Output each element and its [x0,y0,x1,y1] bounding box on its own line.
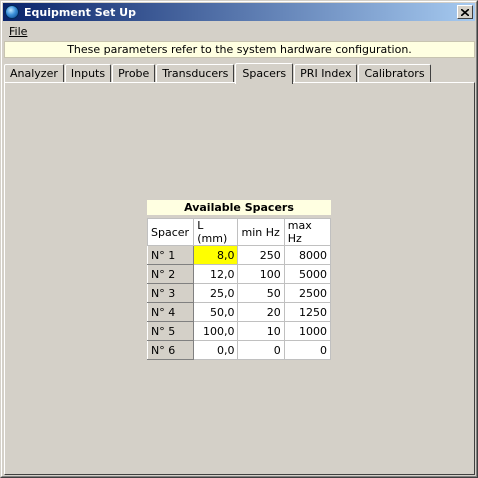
tab-inputs[interactable]: Inputs [64,64,112,83]
available-spacers-panel: Available Spacers Spacer L (mm) min Hz m… [146,200,332,360]
menu-file[interactable]: File [3,25,33,38]
table-row: N° 4 50,0 20 1250 [146,302,332,322]
row-label: N° 6 [146,340,195,360]
max-hz-cell[interactable]: 8000 [283,245,332,265]
row-label: N° 3 [146,283,195,303]
menu-bar: File [3,22,475,40]
min-hz-cell[interactable]: 250 [237,245,285,265]
col-header-min-hz: min Hz [237,218,285,246]
close-button[interactable] [457,5,473,19]
app-globe-icon [5,5,19,19]
equipment-setup-window: Equipment Set Up File These parameters r… [0,0,478,478]
tab-transducers[interactable]: Transducers [156,64,235,83]
table-header-row: Spacer L (mm) min Hz max Hz [146,218,332,246]
max-hz-cell[interactable]: 2500 [283,283,332,303]
tab-pri-index[interactable]: PRI Index [294,64,358,83]
min-hz-cell[interactable]: 10 [237,321,285,341]
max-hz-cell[interactable]: 0 [283,340,332,360]
window-title: Equipment Set Up [24,5,136,19]
title-bar[interactable]: Equipment Set Up [3,3,475,21]
menu-file-label: File [9,24,28,38]
max-hz-cell[interactable]: 1250 [283,302,332,322]
table-row: N° 6 0,0 0 0 [146,340,332,360]
tab-analyzer[interactable]: Analyzer [4,64,64,83]
length-cell[interactable]: 8,0 [193,245,239,265]
col-header-spacer: Spacer [146,218,195,246]
spacers-table: Spacer L (mm) min Hz max Hz N° 1 8,0 250… [146,218,332,360]
length-cell[interactable]: 12,0 [193,264,239,284]
row-label: N° 1 [146,245,195,265]
tab-strip: Analyzer Inputs Probe Transducers Spacer… [4,62,432,84]
row-label: N° 4 [146,302,195,322]
length-cell[interactable]: 25,0 [193,283,239,303]
table-row: N° 2 12,0 100 5000 [146,264,332,284]
info-banner: These parameters refer to the system har… [4,41,475,58]
length-cell[interactable]: 100,0 [193,321,239,341]
row-label: N° 2 [146,264,195,284]
close-icon [461,8,469,16]
min-hz-cell[interactable]: 20 [237,302,285,322]
length-cell[interactable]: 50,0 [193,302,239,322]
table-row: N° 5 100,0 10 1000 [146,321,332,341]
length-cell[interactable]: 0,0 [193,340,239,360]
min-hz-cell[interactable]: 50 [237,283,285,303]
min-hz-cell[interactable]: 0 [237,340,285,360]
tab-spacers[interactable]: Spacers [235,63,294,84]
col-header-max-hz: max Hz [283,218,332,246]
row-label: N° 5 [146,321,195,341]
tab-probe[interactable]: Probe [112,64,156,83]
table-row: N° 1 8,0 250 8000 [146,245,332,265]
col-header-length: L (mm) [193,218,239,246]
spacers-title: Available Spacers [147,200,331,215]
min-hz-cell[interactable]: 100 [237,264,285,284]
table-row: N° 3 25,0 50 2500 [146,283,332,303]
max-hz-cell[interactable]: 5000 [283,264,332,284]
max-hz-cell[interactable]: 1000 [283,321,332,341]
tab-calibrators[interactable]: Calibrators [358,64,431,83]
